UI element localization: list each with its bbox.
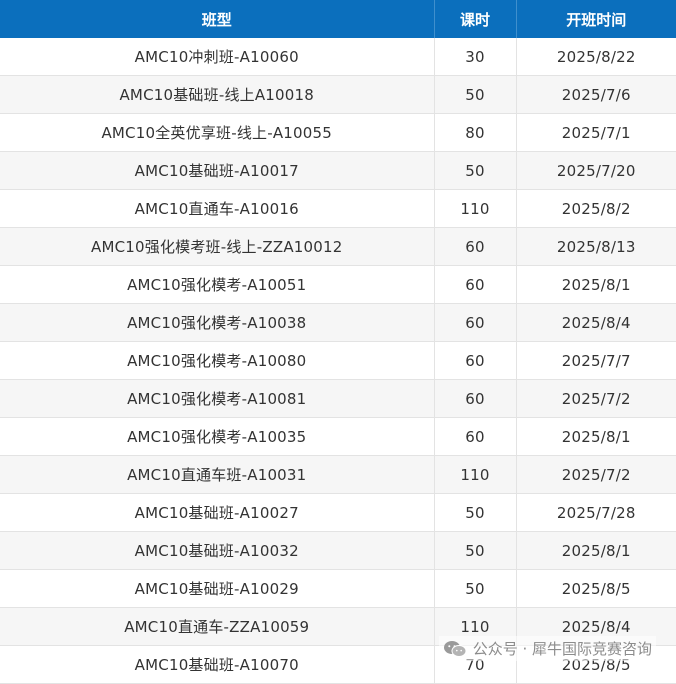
hours-cell: 110 xyxy=(434,189,517,228)
class-type-cell: AMC10强化模考-A10038 xyxy=(0,303,435,342)
start-date-cell: 2025/8/13 xyxy=(516,227,676,266)
class-type-cell: AMC10基础班-A10029 xyxy=(0,569,435,608)
table-row: AMC10强化模考-A10080 60 2025/7/7 xyxy=(0,341,676,380)
course-schedule-table: 班型 课时 开班时间 AMC10冲刺班-A10060 30 2025/8/22 … xyxy=(0,0,676,684)
class-type-cell: AMC10强化模考-A10080 xyxy=(0,341,435,380)
class-type-cell: AMC10强化模考-A10051 xyxy=(0,265,435,304)
table-body: AMC10冲刺班-A10060 30 2025/8/22 AMC10基础班-线上… xyxy=(0,38,676,684)
class-type-cell: AMC10直通车-A10016 xyxy=(0,189,435,228)
start-date-cell: 2025/7/20 xyxy=(516,151,676,190)
hours-cell: 60 xyxy=(434,265,517,304)
hours-cell: 50 xyxy=(434,531,517,570)
hours-cell: 60 xyxy=(434,227,517,266)
hours-cell: 60 xyxy=(434,417,517,456)
start-date-cell: 2025/8/1 xyxy=(516,531,676,570)
table-row: AMC10基础班-A10032 50 2025/8/1 xyxy=(0,531,676,570)
class-type-cell: AMC10直通车-ZZA10059 xyxy=(0,607,435,646)
class-type-cell: AMC10基础班-A10070 xyxy=(0,645,435,684)
table-row: AMC10强化模考-A10035 60 2025/8/1 xyxy=(0,417,676,456)
start-date-cell: 2025/8/1 xyxy=(516,417,676,456)
start-date-cell: 2025/7/2 xyxy=(516,379,676,418)
hours-cell: 110 xyxy=(434,455,517,494)
start-date-cell: 2025/7/7 xyxy=(516,341,676,380)
class-type-cell: AMC10冲刺班-A10060 xyxy=(0,38,435,76)
start-date-cell: 2025/7/2 xyxy=(516,455,676,494)
table-row: AMC10强化模考-A10051 60 2025/8/1 xyxy=(0,265,676,304)
table-row: AMC10基础班-线上A10018 50 2025/7/6 xyxy=(0,75,676,114)
header-start-date: 开班时间 xyxy=(516,0,676,38)
start-date-cell: 2025/8/5 xyxy=(516,569,676,608)
class-type-cell: AMC10直通车班-A10031 xyxy=(0,455,435,494)
hours-cell: 60 xyxy=(434,379,517,418)
header-hours: 课时 xyxy=(434,0,517,38)
class-type-cell: AMC10基础班-线上A10018 xyxy=(0,75,435,114)
hours-cell: 30 xyxy=(434,38,517,76)
wechat-watermark: 公众号 · 犀牛国际竞赛咨询 xyxy=(438,636,656,661)
start-date-cell: 2025/7/28 xyxy=(516,493,676,532)
start-date-cell: 2025/8/1 xyxy=(516,265,676,304)
hours-cell: 50 xyxy=(434,569,517,608)
table-row: AMC10直通车-A10016 110 2025/8/2 xyxy=(0,189,676,228)
table-row: AMC10基础班-A10027 50 2025/7/28 xyxy=(0,493,676,532)
table-row: AMC10基础班-A10017 50 2025/7/20 xyxy=(0,151,676,190)
hours-cell: 60 xyxy=(434,341,517,380)
table-row: AMC10全英优享班-线上-A10055 80 2025/7/1 xyxy=(0,113,676,152)
class-type-cell: AMC10全英优享班-线上-A10055 xyxy=(0,113,435,152)
start-date-cell: 2025/8/22 xyxy=(516,38,676,76)
start-date-cell: 2025/7/1 xyxy=(516,113,676,152)
wechat-icon xyxy=(443,640,467,658)
hours-cell: 50 xyxy=(434,151,517,190)
table-header: 班型 课时 开班时间 xyxy=(0,0,676,38)
table-row: AMC10基础班-A10029 50 2025/8/5 xyxy=(0,569,676,608)
table-row: AMC10强化模考班-线上-ZZA10012 60 2025/8/13 xyxy=(0,227,676,266)
class-type-cell: AMC10基础班-A10027 xyxy=(0,493,435,532)
table-row: AMC10直通车班-A10031 110 2025/7/2 xyxy=(0,455,676,494)
class-type-cell: AMC10基础班-A10032 xyxy=(0,531,435,570)
watermark-text: 公众号 · 犀牛国际竞赛咨询 xyxy=(472,640,652,658)
class-type-cell: AMC10强化模考班-线上-ZZA10012 xyxy=(0,227,435,266)
hours-cell: 60 xyxy=(434,303,517,342)
class-type-cell: AMC10强化模考-A10081 xyxy=(0,379,435,418)
hours-cell: 50 xyxy=(434,75,517,114)
start-date-cell: 2025/8/2 xyxy=(516,189,676,228)
class-type-cell: AMC10基础班-A10017 xyxy=(0,151,435,190)
table-row: AMC10强化模考-A10081 60 2025/7/2 xyxy=(0,379,676,418)
table-row: AMC10冲刺班-A10060 30 2025/8/22 xyxy=(0,38,676,76)
start-date-cell: 2025/7/6 xyxy=(516,75,676,114)
hours-cell: 50 xyxy=(434,493,517,532)
class-type-cell: AMC10强化模考-A10035 xyxy=(0,417,435,456)
header-row: 班型 课时 开班时间 xyxy=(0,0,676,38)
table-row: AMC10强化模考-A10038 60 2025/8/4 xyxy=(0,303,676,342)
hours-cell: 80 xyxy=(434,113,517,152)
header-class-type: 班型 xyxy=(0,0,435,38)
start-date-cell: 2025/8/4 xyxy=(516,303,676,342)
